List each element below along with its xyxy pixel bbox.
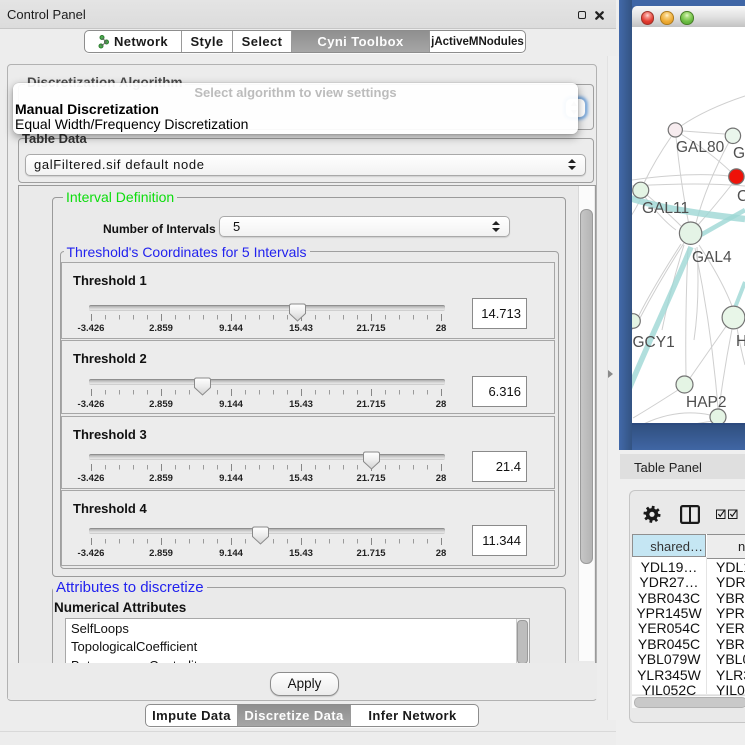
svg-text:HAP2: HAP2 <box>686 394 727 411</box>
svg-text:GAL80: GAL80 <box>676 139 725 156</box>
svg-text:GAL11: GAL11 <box>642 200 689 217</box>
svg-text:GAL4: GAL4 <box>692 249 732 266</box>
svg-text:GCY1: GCY1 <box>633 334 675 351</box>
svg-text:C: C <box>737 188 745 205</box>
svg-text:H: H <box>736 333 745 350</box>
svg-text:GA: GA <box>733 145 745 162</box>
